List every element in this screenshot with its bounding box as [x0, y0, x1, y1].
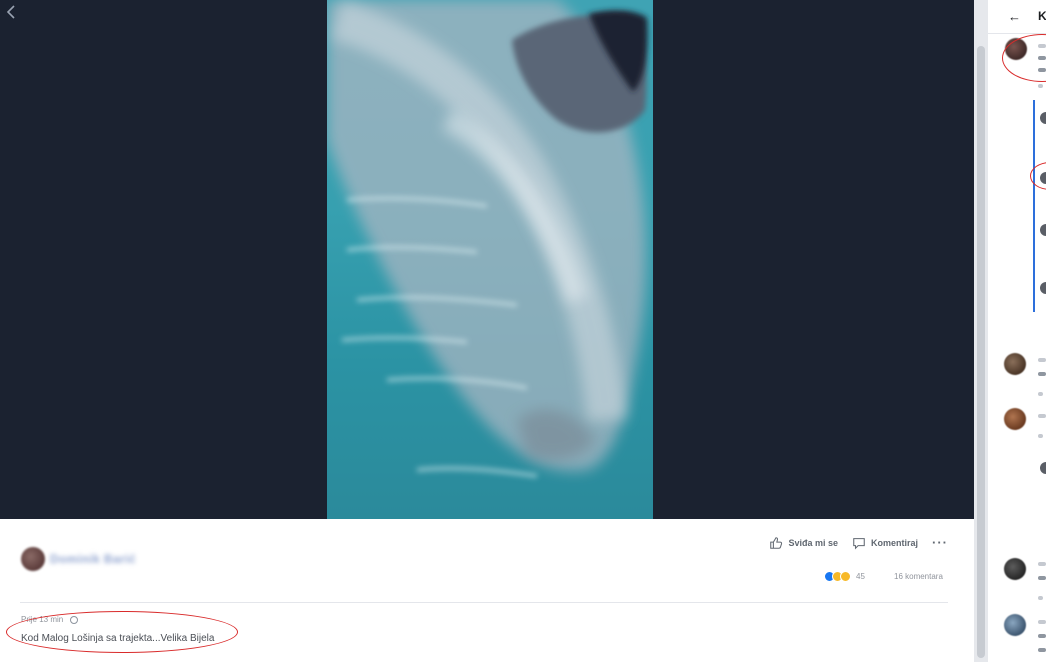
comment-line — [1038, 620, 1046, 624]
chevron-left-icon[interactable] — [4, 4, 20, 20]
comment-line — [1038, 372, 1046, 376]
reply-avatar[interactable] — [1040, 224, 1046, 236]
reactions-count: 45 — [856, 572, 865, 581]
reply-avatar[interactable] — [1040, 172, 1046, 184]
comments-count-link[interactable]: 16 komentara — [894, 572, 943, 581]
comment-avatar[interactable] — [1004, 614, 1026, 636]
comment-avatar[interactable] — [1004, 353, 1026, 375]
reactions-summary[interactable]: 45 — [824, 571, 865, 582]
comment-line — [1038, 68, 1046, 72]
reply-avatar[interactable] — [1040, 462, 1046, 474]
comment-line — [1038, 44, 1046, 48]
comment-line — [1038, 56, 1046, 60]
post-time[interactable]: Prije 13 min — [21, 615, 63, 624]
post-actions: Sviđa mi se Komentiraj ··· — [769, 535, 948, 550]
comment-icon — [853, 537, 865, 550]
comment-avatar[interactable] — [1004, 558, 1026, 580]
like-label: Sviđa mi se — [788, 537, 838, 548]
panel-title: K — [1038, 9, 1046, 23]
scrollbar-thumb[interactable] — [977, 46, 985, 658]
media-viewer — [0, 0, 974, 519]
comment-line — [1038, 596, 1043, 600]
reply-thread-line — [1033, 100, 1035, 312]
thumbs-up-icon — [770, 536, 783, 549]
globe-icon — [70, 615, 79, 624]
divider — [20, 602, 948, 603]
post-meta: Prije 13 min — [21, 615, 79, 624]
comment-line — [1038, 576, 1046, 580]
author-name[interactable]: Dominik Barić — [50, 552, 136, 566]
comment-line — [1038, 392, 1043, 396]
comment-line — [1038, 634, 1046, 638]
avatar[interactable] — [21, 547, 45, 571]
like-button[interactable]: Sviđa mi se — [769, 536, 838, 550]
comment-line — [1038, 84, 1043, 88]
panel-header: ← K — [988, 0, 1046, 34]
wow-reaction-icon — [840, 571, 851, 582]
more-options-button[interactable]: ··· — [932, 535, 948, 550]
post-caption: Kod Malog Lošinja sa trajekta...Velika B… — [21, 633, 215, 644]
comment-line — [1038, 562, 1046, 566]
scrollbar[interactable] — [974, 0, 988, 662]
comment-avatar[interactable] — [1005, 38, 1027, 60]
comment-button[interactable]: Komentiraj — [852, 536, 918, 550]
back-arrow-icon[interactable]: ← — [1008, 9, 1021, 24]
comment-label: Komentiraj — [870, 537, 918, 548]
comment-line — [1038, 434, 1043, 438]
comment-avatar[interactable] — [1004, 408, 1026, 430]
reply-avatar[interactable] — [1040, 282, 1046, 294]
post-info-bar: Dominik Barić Sviđa mi se Komentiraj ···… — [0, 519, 974, 662]
shark-video[interactable] — [327, 0, 653, 519]
comment-line — [1038, 648, 1046, 652]
comment-line — [1038, 358, 1046, 362]
post-author[interactable]: Dominik Barić — [21, 547, 136, 571]
comment-line — [1038, 414, 1046, 418]
reply-avatar[interactable] — [1040, 112, 1046, 124]
